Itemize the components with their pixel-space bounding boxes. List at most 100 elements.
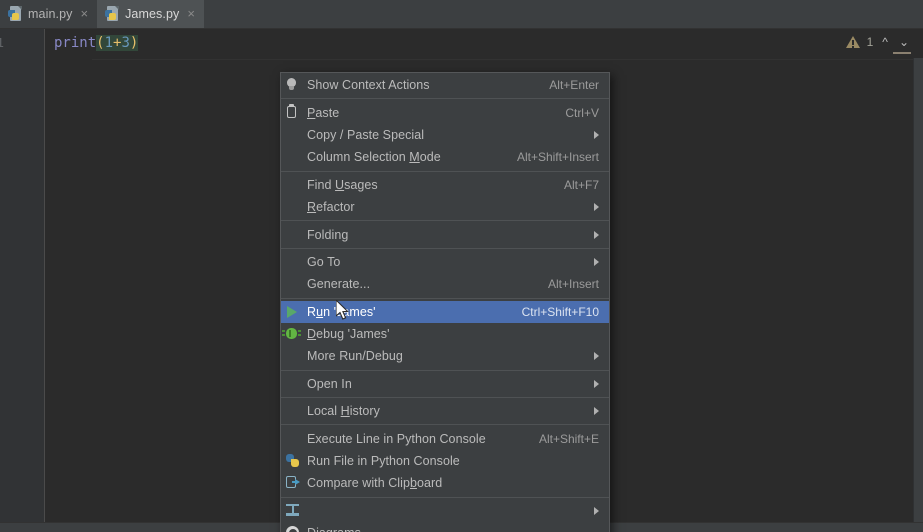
line-number: 1 [0, 35, 4, 50]
chevron-down-icon[interactable]: ⌄ [897, 35, 911, 49]
submenu-arrow-icon [594, 257, 599, 266]
code-token-number-left: 1 [104, 35, 114, 51]
menu-separator [281, 397, 609, 399]
menu-item-diagrams[interactable] [281, 500, 609, 522]
menu-item-label: Show Context Actions [307, 78, 430, 93]
no-icon [281, 403, 307, 419]
menu-item-label: Column Selection Mode [307, 150, 441, 165]
menu-item-label: Folding [307, 227, 349, 242]
menu-item-open-in[interactable]: Open In [281, 373, 609, 395]
menu-item-execute-line-in-python-console[interactable]: Execute Line in Python Console Alt+Shift… [281, 427, 609, 449]
tab-label: main.py [28, 6, 73, 21]
menu-item-run-file-in-python-console[interactable]: Run File in Python Console [281, 450, 609, 472]
no-icon [281, 348, 307, 364]
menu-item-label: Find Usages [307, 177, 378, 192]
no-icon [281, 254, 307, 270]
no-icon [281, 276, 307, 292]
menu-item-label: Refactor [307, 200, 355, 215]
menu-item-label: Open In [307, 376, 352, 391]
menu-item-label: Debug 'James' [307, 327, 390, 342]
warning-count: 1 [866, 35, 874, 49]
menu-item-label: Diagrams [307, 526, 599, 532]
menu-item-shortcut: Ctrl+Shift+F10 [521, 304, 599, 319]
menu-item-go-to[interactable]: Go To [281, 251, 609, 273]
diagram-icon [281, 503, 307, 519]
no-icon [281, 376, 307, 392]
editor-tab-main-py[interactable]: main.py [0, 0, 98, 28]
close-icon[interactable] [185, 7, 195, 20]
menu-item-compare-with-clipboard[interactable]: Compare with Clipboard [281, 472, 609, 494]
submenu-arrow-icon [594, 203, 599, 212]
menu-item-shortcut: Alt+Shift+Insert [516, 150, 599, 165]
menu-separator [281, 170, 609, 172]
no-icon [281, 127, 307, 143]
caret-row-highlight [92, 59, 923, 60]
editor-gutter[interactable]: 1 [0, 29, 45, 522]
compare-icon [281, 475, 307, 491]
close-icon[interactable] [78, 7, 88, 20]
menu-separator [281, 98, 609, 100]
menu-separator [281, 369, 609, 371]
no-icon [281, 199, 307, 215]
menu-item-find-usages[interactable]: Find Usages Alt+F7 [281, 174, 609, 196]
menu-item-more-run-debug[interactable]: More Run/Debug [281, 345, 609, 367]
no-icon [281, 227, 307, 243]
menu-item-generate[interactable]: Generate... Alt+Insert [281, 273, 609, 295]
menu-item-shortcut: Ctrl+V [565, 105, 599, 120]
no-icon [281, 177, 307, 193]
menu-item-label: Generate... [307, 277, 371, 292]
menu-separator [281, 297, 609, 299]
menu-item-shortcut: Alt+Enter [549, 78, 599, 93]
menu-item-label: Execute Line in Python Console [307, 431, 486, 446]
submenu-arrow-icon [594, 506, 599, 515]
menu-item-folding[interactable]: Folding [281, 223, 609, 245]
code-token-close-paren: ) [129, 35, 139, 51]
menu-item-label: Paste [307, 105, 340, 120]
tab-label: James.py [125, 6, 180, 21]
menu-item-column-selection-mode[interactable]: Column Selection Mode Alt+Shift+Insert [281, 146, 609, 168]
python-file-icon [8, 6, 22, 21]
pycharm-window: main.py James.py 1 print(1+3) 1 ^ [0, 0, 923, 532]
menu-item-paste[interactable]: Paste Ctrl+V [281, 101, 609, 123]
menu-item-debug-james[interactable]: Debug 'James' [281, 323, 609, 345]
code-token-function: print [54, 35, 97, 51]
clipboard-icon [281, 103, 307, 121]
hide-widget-handle[interactable] [893, 52, 911, 54]
menu-separator [281, 220, 609, 222]
submenu-arrow-icon [594, 407, 599, 416]
code-token-open-paren: ( [96, 35, 105, 51]
menu-item-label: Run File in Python Console [307, 454, 460, 469]
menu-item-label: Copy / Paste Special [307, 127, 425, 142]
python-logo-icon [281, 453, 307, 469]
editor-scrollbar[interactable] [913, 58, 923, 532]
chevron-up-icon[interactable]: ^ [880, 35, 890, 49]
menu-separator [281, 247, 609, 249]
menu-item-show-context-actions[interactable]: Show Context Actions Alt+Enter [281, 74, 609, 96]
menu-item-shortcut: Alt+F7 [563, 177, 599, 192]
submenu-arrow-icon [594, 230, 599, 239]
menu-item-run-james[interactable]: Run 'James' Ctrl+Shift+F10 [281, 300, 609, 323]
menu-item-label: Local History [307, 404, 380, 419]
lightbulb-icon [281, 77, 307, 93]
menu-separator [281, 424, 609, 426]
submenu-arrow-icon [594, 379, 599, 388]
submenu-arrow-icon [594, 352, 599, 361]
no-icon [281, 431, 307, 447]
menu-item-create-gist[interactable]: Diagrams [281, 522, 609, 532]
menu-separator [281, 496, 609, 498]
menu-item-shortcut: Alt+Insert [547, 277, 599, 292]
warning-triangle-icon [845, 35, 860, 49]
menu-item-label: Go To [307, 254, 341, 269]
run-play-icon [281, 304, 307, 320]
menu-item-copy-paste-special[interactable]: Copy / Paste Special [281, 124, 609, 146]
menu-item-local-history[interactable]: Local History [281, 400, 609, 422]
editor-context-menu[interactable]: Show Context Actions Alt+Enter Paste Ctr… [280, 72, 610, 532]
python-file-icon [105, 6, 120, 21]
menu-item-shortcut: Alt+Shift+E [538, 431, 599, 446]
editor-tab-bar: main.py James.py [0, 0, 923, 29]
menu-item-label: More Run/Debug [307, 349, 403, 364]
inspection-widget[interactable]: 1 ^ ⌄ [841, 33, 915, 51]
menu-item-refactor[interactable]: Refactor [281, 196, 609, 218]
mouse-cursor [336, 300, 349, 320]
editor-tab-james-py[interactable]: James.py [97, 0, 204, 28]
